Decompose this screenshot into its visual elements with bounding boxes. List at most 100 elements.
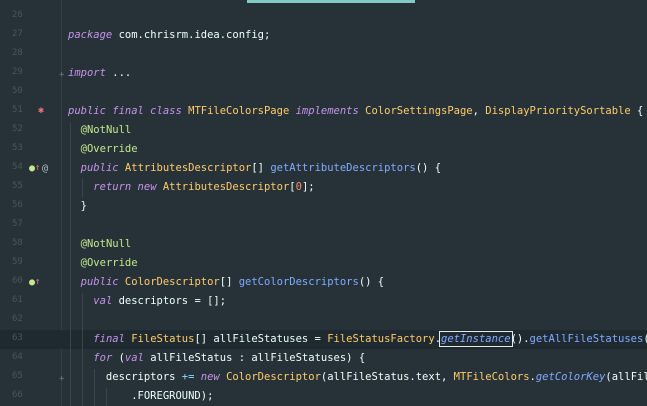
code-token: AttributesDescriptor	[124, 162, 252, 174]
code-text[interactable]: public final class MTFileColorsPage impl…	[68, 103, 643, 120]
code-text[interactable]: import ...	[68, 65, 131, 82]
code-line[interactable]: 66 .FOREGROUND);	[0, 387, 647, 406]
code-line[interactable]: 55 return new AttributesDescriptor[0];	[0, 178, 647, 197]
code-line[interactable]: 56 }	[0, 197, 647, 216]
indent-guide	[70, 122, 71, 406]
indent-guide	[106, 388, 107, 406]
code-line[interactable]: 65 descriptors += new ColorDescriptor(al…	[0, 368, 647, 387]
line-number: 64	[12, 352, 23, 362]
line-number: 66	[12, 390, 23, 400]
code-token: getAllFileStatuses	[529, 333, 644, 345]
code-token: import	[68, 67, 106, 79]
code-token: public	[80, 162, 119, 174]
code-text[interactable]: descriptors += new ColorDescriptor(allFi…	[68, 369, 647, 386]
line-number: 53	[12, 143, 23, 153]
line-number: 51	[12, 105, 23, 115]
code-line[interactable]: 52 @NotNull	[0, 121, 647, 140]
highlighted-token: getInstance	[439, 331, 513, 347]
code-line[interactable]: 51 public final class MTFileColorsPage im…	[0, 102, 647, 121]
override-arrow-icon[interactable]: ↑	[35, 163, 40, 173]
code-token: return new	[93, 181, 157, 193]
code-token: public final class	[68, 105, 182, 117]
code-token: MTFileColors	[453, 371, 530, 383]
code-line[interactable]: 28	[0, 45, 647, 64]
code-line[interactable]: 50	[0, 83, 647, 102]
code-token: [] allFileStatuses =	[194, 333, 328, 345]
line-number: 55	[12, 181, 23, 191]
code-token: []	[251, 162, 271, 174]
code-line[interactable]: 61 val descriptors = [];	[0, 292, 647, 311]
line-number: 63	[12, 333, 23, 343]
code-token: val	[93, 295, 113, 307]
code-line[interactable]: 62	[0, 311, 647, 330]
code-token: getAttributeDescriptors	[270, 162, 416, 174]
code-token: () {	[415, 162, 442, 174]
code-token: AttributesDescriptor	[162, 181, 290, 193]
code-token: DisplayPrioritySortable	[485, 105, 631, 117]
code-text[interactable]: @Override	[68, 255, 138, 272]
code-token: allFileStatus : allFileStatuses) {	[143, 352, 366, 364]
code-text[interactable]: final FileStatus[] allFileStatuses = Fil…	[68, 331, 647, 348]
line-number: 29	[12, 67, 23, 77]
indent-guide	[82, 179, 83, 197]
code-token: for	[93, 352, 113, 364]
code-token: (allFileStatus.text,	[320, 371, 454, 383]
code-line[interactable]: 54 public AttributesDescriptor[] getAttr…	[0, 159, 647, 178]
override-arrow-icon[interactable]: ↑	[35, 277, 40, 287]
code-token: (	[112, 352, 125, 364]
scroll-indicator	[247, 0, 415, 3]
code-line[interactable]: 59 @Override	[0, 254, 647, 273]
code-text[interactable]: val descriptors = [];	[68, 293, 226, 310]
code-text[interactable]: public ColorDescriptor[] getColorDescrip…	[68, 274, 384, 291]
code-text[interactable]: @NotNull	[68, 236, 132, 253]
indent-guide	[82, 293, 83, 406]
code-line[interactable]: 64 for (val allFileStatus : allFileStatu…	[0, 349, 647, 368]
code-token: (allFileStatus),	[605, 371, 647, 383]
code-text[interactable]: public AttributesDescriptor[] getAttribu…	[68, 160, 441, 177]
code-text[interactable]: @Override	[68, 141, 138, 158]
code-token: ().	[510, 333, 530, 345]
code-text[interactable]: @NotNull	[68, 122, 132, 139]
code-line[interactable]: 26	[0, 7, 647, 26]
code-token: () {	[358, 276, 385, 288]
code-token: getColorKey	[535, 371, 606, 383]
code-text[interactable]: for (val allFileStatus : allFileStatuses…	[68, 350, 365, 367]
code-token: FileStatusFactory	[327, 333, 435, 345]
line-number: 65	[12, 371, 23, 381]
fold-marker-icon[interactable]: +	[59, 70, 64, 80]
line-number: 56	[12, 200, 23, 210]
code-token: []	[219, 276, 239, 288]
code-line[interactable]: 58 @NotNull	[0, 235, 647, 254]
code-line[interactable]: 57	[0, 216, 647, 235]
line-number: 52	[12, 124, 23, 134]
line-number: 50	[12, 86, 23, 96]
line-number: 62	[12, 314, 23, 324]
indent-guide	[94, 369, 95, 406]
code-line[interactable]: 63 final FileStatus[] allFileStatuses = …	[0, 330, 647, 349]
line-number: 58	[12, 238, 23, 248]
code-line[interactable]: 53 @Override	[0, 140, 647, 159]
code-token: {	[630, 105, 644, 117]
line-number: 26	[12, 10, 23, 20]
code-line[interactable]: 27 package com.chrisrm.idea.config;	[0, 26, 647, 45]
code-text[interactable]: return new AttributesDescriptor[0];	[68, 179, 314, 196]
code-text[interactable]: package com.chrisrm.idea.config;	[68, 27, 270, 44]
code-text[interactable]: .FOREGROUND);	[68, 388, 213, 405]
fold-marker-icon[interactable]: +	[59, 374, 64, 384]
line-number: 59	[12, 257, 23, 267]
code-editor[interactable]: 26 27 package com.chrisrm.idea.config; 28 29…	[0, 0, 647, 406]
line-number: 27	[12, 29, 23, 39]
code-line[interactable]: 60 public ColorDescriptor[] getColorDesc…	[0, 273, 647, 292]
code-token: ...	[105, 67, 132, 79]
annotation-marker-icon[interactable]: @	[42, 164, 48, 174]
class-implements-icon[interactable]: ✱	[38, 106, 44, 116]
code-token: ColorDescriptor	[124, 276, 220, 288]
code-line[interactable]: 29 import ...	[0, 64, 647, 83]
code-token: final	[93, 333, 125, 345]
code-token: implements	[295, 105, 359, 117]
code-token: ColorDescriptor	[226, 371, 321, 383]
code-token: @NotNull	[80, 124, 132, 136]
